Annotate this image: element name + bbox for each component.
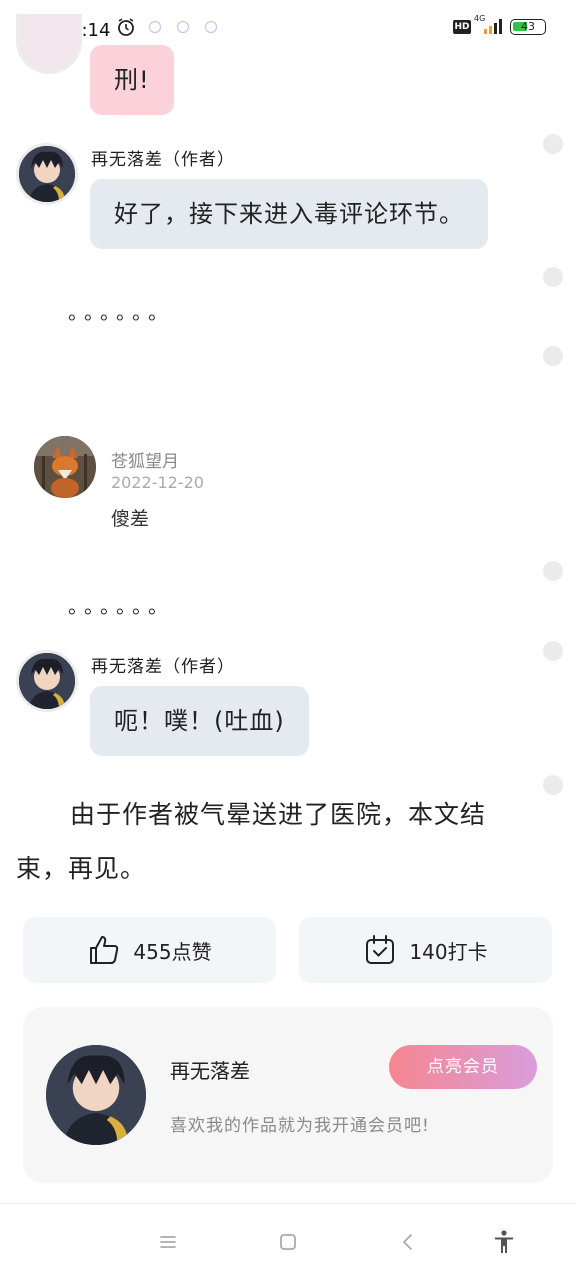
comment-dot[interactable] [543, 561, 563, 581]
comment-dot[interactable] [543, 134, 563, 154]
back-chevron-icon[interactable] [394, 1228, 422, 1256]
commenter-name[interactable]: 苍狐望月 [111, 447, 179, 472]
accessibility-icon[interactable] [490, 1228, 518, 1256]
like-button[interactable]: 455点赞 [23, 917, 276, 983]
signal-icon [484, 19, 502, 34]
menu-icon[interactable] [154, 1228, 182, 1256]
avatar-image [19, 653, 75, 709]
comment-date: 2022-12-20 [111, 473, 204, 492]
comment-dot[interactable] [543, 775, 563, 795]
comment-dot[interactable] [543, 267, 563, 287]
comment-text: 傻差 [111, 508, 150, 530]
calendar-check-icon [366, 935, 395, 964]
speaker-name: 再无落差（作者） [91, 150, 235, 170]
system-nav-bar [0, 1204, 576, 1280]
author-avatar[interactable] [16, 143, 78, 205]
ending-paragraph: 由于作者被气晕送进了医院，本文结束，再见。 [16, 800, 487, 883]
message-bubble: 刑! [90, 45, 174, 115]
author-card-avatar[interactable] [46, 1045, 146, 1145]
battery-icon: 43 [510, 19, 546, 35]
speaker-name: 再无落差（作者） [91, 657, 235, 677]
notification-icon [205, 21, 217, 33]
battery-level: 43 [521, 20, 535, 33]
ellipsis-text: 。。。。。。 [68, 594, 174, 618]
notification-icon [149, 21, 161, 33]
author-avatar[interactable] [16, 650, 78, 712]
message-bubble: 呃！噗！(吐血) [90, 686, 309, 756]
avatar-image [19, 146, 75, 202]
square-home-icon[interactable] [274, 1228, 302, 1256]
avatar[interactable] [16, 14, 82, 74]
message-bubble: 好了，接下来进入毒评论环节。 [90, 179, 488, 249]
alarm-icon [118, 18, 134, 36]
fox-image [34, 436, 96, 498]
thumb-up-icon [90, 936, 119, 964]
author-card: 再无落差 点亮会员 喜欢我的作品就为我开通会员吧! [23, 1007, 553, 1183]
author-slogan: 喜欢我的作品就为我开通会员吧! [170, 1116, 430, 1136]
ellipsis-text: 。。。。。。 [68, 300, 174, 324]
comment-dot[interactable] [543, 346, 563, 366]
hd-icon: HD [453, 20, 471, 34]
commenter-avatar[interactable] [34, 436, 96, 498]
avatar-image [46, 1045, 146, 1145]
author-name[interactable]: 再无落差 [170, 1055, 250, 1084]
checkin-button[interactable]: 140打卡 [299, 917, 552, 983]
status-bar: 下午2:14 HD 4G 43 [0, 0, 576, 56]
member-button[interactable]: 点亮会员 [389, 1045, 537, 1089]
notification-icon [177, 21, 189, 33]
checkin-count: 140打卡 [409, 939, 488, 964]
like-count: 455点赞 [133, 939, 212, 964]
comment-dot[interactable] [543, 641, 563, 661]
